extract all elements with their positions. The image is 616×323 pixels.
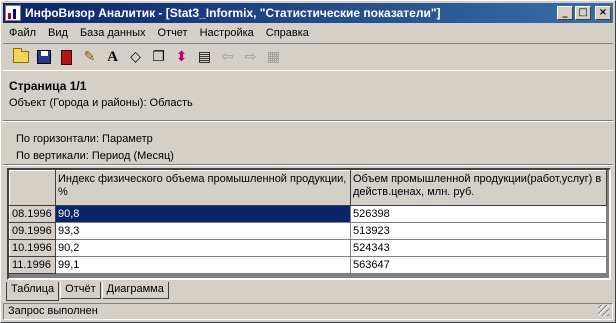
sort-arrows-icon[interactable]: ⬍ (170, 46, 193, 68)
vertical-axis-label: По вертикали: Период (Месяц) (16, 150, 174, 162)
table-cell[interactable]: 563647 (350, 256, 607, 274)
view-tabs: Таблица Отчёт Диаграмма (6, 282, 170, 301)
table-cell[interactable]: 99,1 (55, 256, 351, 274)
calculator-icon[interactable]: ▦ (262, 46, 285, 68)
tab-report[interactable]: Отчёт (60, 282, 101, 299)
book-icon[interactable] (55, 46, 78, 68)
corner-cell[interactable] (9, 170, 56, 206)
menu-report[interactable]: Отчет (151, 24, 193, 42)
tab-chart[interactable]: Диаграмма (101, 282, 169, 299)
table-cell[interactable]: 513923 (350, 222, 607, 240)
data-grid[interactable]: Индекс физического объема промышленной п… (7, 168, 611, 280)
divider (3, 120, 613, 122)
horizontal-axis-label: По горизонтали: Параметр (16, 133, 153, 145)
font-A-icon[interactable]: A (101, 46, 124, 68)
properties-icon[interactable]: ▤ (193, 46, 216, 68)
table-row[interactable]: 10.1996 90,2 524343 (9, 239, 607, 257)
status-text: Запрос выполнен (8, 305, 98, 317)
app-window: ИнфоВизор Аналитик - [Stat3_Informix, "С… (0, 0, 616, 323)
menu-view[interactable]: Вид (42, 24, 74, 42)
table-cell[interactable]: 90,8 (55, 205, 351, 223)
column-header[interactable]: Объем промышленной продукции(работ,услуг… (350, 170, 607, 206)
row-header[interactable]: 09.1996 (9, 222, 56, 240)
maximize-button[interactable]: □ (575, 6, 591, 20)
table-cell[interactable]: 524343 (350, 239, 607, 257)
minimize-button[interactable]: _ (557, 6, 573, 20)
menu-settings[interactable]: Настройка (194, 24, 260, 42)
status-bar: Запрос выполнен (3, 303, 613, 320)
window-title: ИнфоВизор Аналитик - [Stat3_Informix, "С… (25, 6, 441, 20)
menu-help[interactable]: Справка (260, 24, 315, 42)
tab-table[interactable]: Таблица (6, 282, 60, 301)
table-row[interactable]: 08.1996 90,8 526398 (9, 205, 607, 223)
axes-info: По горизонтали: Параметр По вертикали: П… (16, 131, 174, 165)
back-arrow-icon[interactable]: ⇦ (216, 46, 239, 68)
header-row: Индекс физического объема промышленной п… (9, 170, 607, 206)
toolbar: ✎ A ◇ ❐ ⬍ ▤ ⇦ ⇨ ▦ (3, 43, 613, 71)
page-number: Страница 1/1 (9, 79, 87, 93)
row-header[interactable]: 08.1996 (9, 205, 56, 223)
menu-database[interactable]: База данных (74, 24, 152, 42)
title-bar[interactable]: ИнфоВизор Аналитик - [Stat3_Informix, "С… (3, 3, 613, 23)
save-disk-icon[interactable] (32, 46, 55, 68)
eraser-icon[interactable]: ◇ (124, 46, 147, 68)
pen-icon[interactable]: ✎ (78, 46, 101, 68)
open-folder-icon[interactable] (9, 46, 32, 68)
table-cell[interactable]: 526398 (350, 205, 607, 223)
menu-bar: Файл Вид База данных Отчет Настройка Спр… (3, 24, 315, 42)
resize-grip-icon[interactable] (598, 305, 609, 316)
row-header[interactable]: 11.1996 (9, 256, 56, 274)
row-header[interactable]: 10.1996 (9, 239, 56, 257)
table-row[interactable]: 09.1996 93,3 513923 (9, 222, 607, 240)
table-cell[interactable]: 90,2 (55, 239, 351, 257)
copy-window-icon[interactable]: ❐ (147, 46, 170, 68)
table-row[interactable]: 11.1996 99,1 563647 (9, 256, 607, 274)
table-cell[interactable]: 93,3 (55, 222, 351, 240)
column-header[interactable]: Индекс физического объема промышленной п… (55, 170, 351, 206)
page-info: Страница 1/1 Объект (Города и районы): О… (9, 79, 193, 109)
forward-arrow-icon[interactable]: ⇨ (239, 46, 262, 68)
app-chart-icon[interactable] (5, 5, 21, 21)
close-button[interactable]: × (595, 6, 611, 20)
object-filter: Объект (Города и районы): Область (9, 97, 193, 109)
menu-file[interactable]: Файл (3, 24, 42, 42)
divider (3, 164, 613, 166)
